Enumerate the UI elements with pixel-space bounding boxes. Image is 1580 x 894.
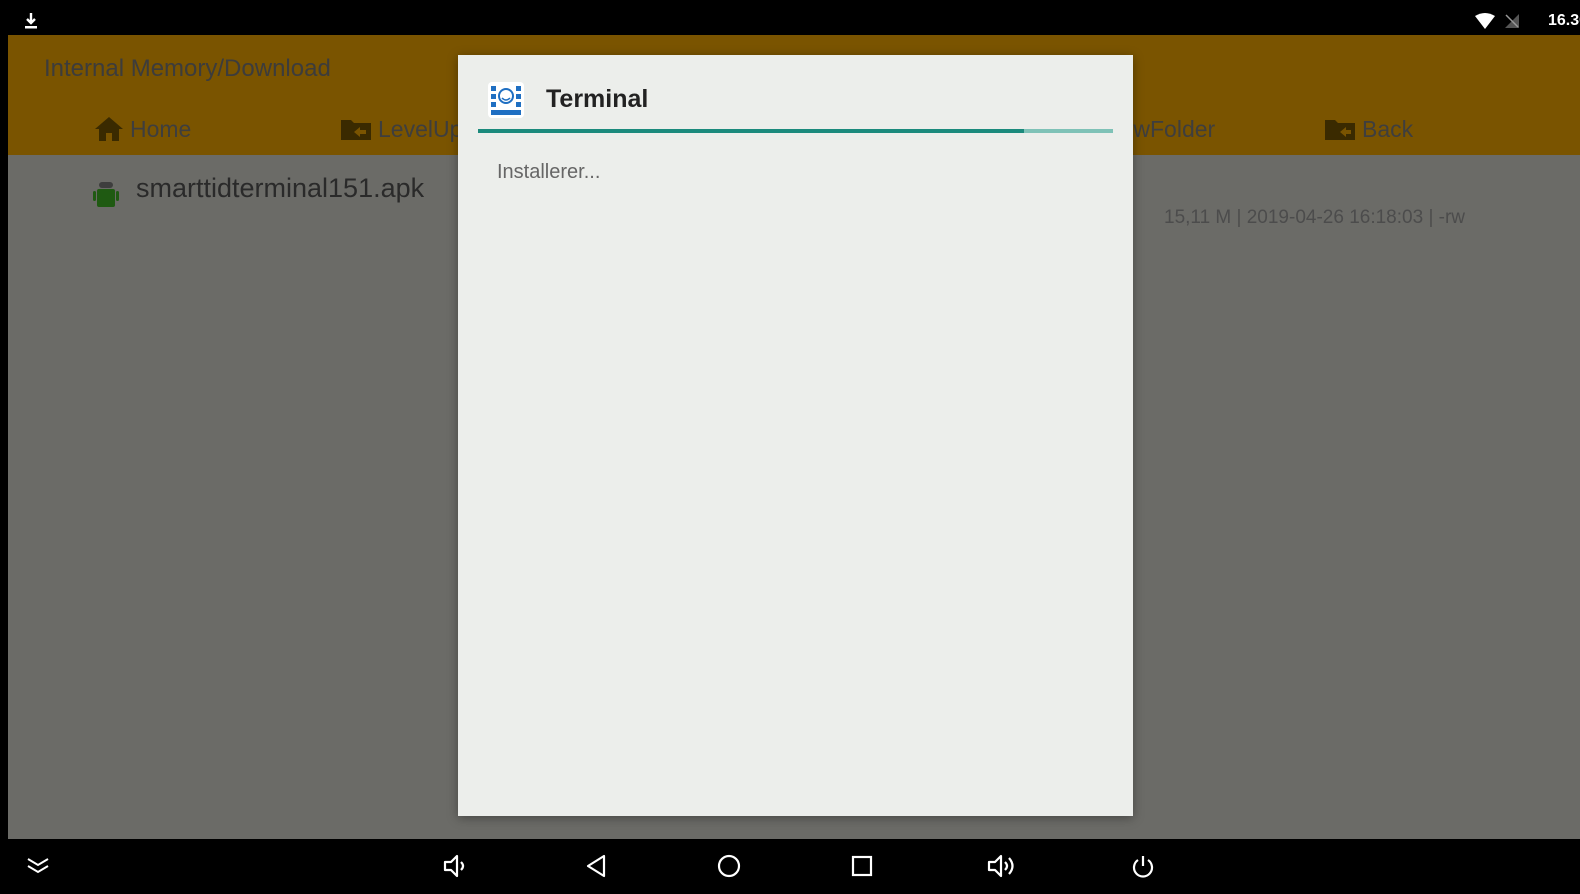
apk-file-icon xyxy=(93,182,119,207)
folder-back-icon xyxy=(1325,120,1355,140)
install-dialog: Terminal Installerer... xyxy=(458,55,1133,816)
back-button[interactable]: Back xyxy=(1324,113,1413,145)
file-meta: 15,11 M | 2019-04-26 16:18:03 | -rw xyxy=(1164,207,1466,228)
home-label: Home xyxy=(130,115,192,142)
levelup-label: LevelUp xyxy=(378,115,463,142)
progress-fill xyxy=(478,129,1025,133)
progress-bar xyxy=(478,129,1113,133)
status-bar: 16.36 xyxy=(8,8,1580,35)
terminal-app-icon xyxy=(488,82,524,118)
volume-down-icon[interactable] xyxy=(442,853,470,879)
recents-icon[interactable] xyxy=(850,853,874,879)
back-label: Back xyxy=(1362,115,1414,142)
signal-icon xyxy=(1505,14,1519,28)
back-nav-icon[interactable] xyxy=(584,853,608,879)
wifi-icon xyxy=(1475,13,1495,29)
dialog-message: Installerer... xyxy=(497,161,601,183)
file-name: smarttidterminal151.apk xyxy=(136,173,425,203)
volume-up-icon[interactable] xyxy=(986,853,1020,879)
download-icon xyxy=(25,13,37,29)
dialog-title: Terminal xyxy=(546,85,649,113)
breadcrumb: Internal Memory/Download xyxy=(44,55,331,82)
home-nav-icon[interactable] xyxy=(716,853,742,879)
home-button[interactable]: Home xyxy=(94,113,191,145)
home-icon xyxy=(95,117,123,141)
collapse-icon[interactable] xyxy=(26,857,50,875)
clock: 16.36 xyxy=(1547,12,1580,29)
power-icon[interactable] xyxy=(1130,853,1156,879)
system-nav-bar xyxy=(8,839,1580,894)
levelup-button[interactable]: LevelUp xyxy=(340,113,462,145)
folder-up-icon xyxy=(341,120,371,140)
